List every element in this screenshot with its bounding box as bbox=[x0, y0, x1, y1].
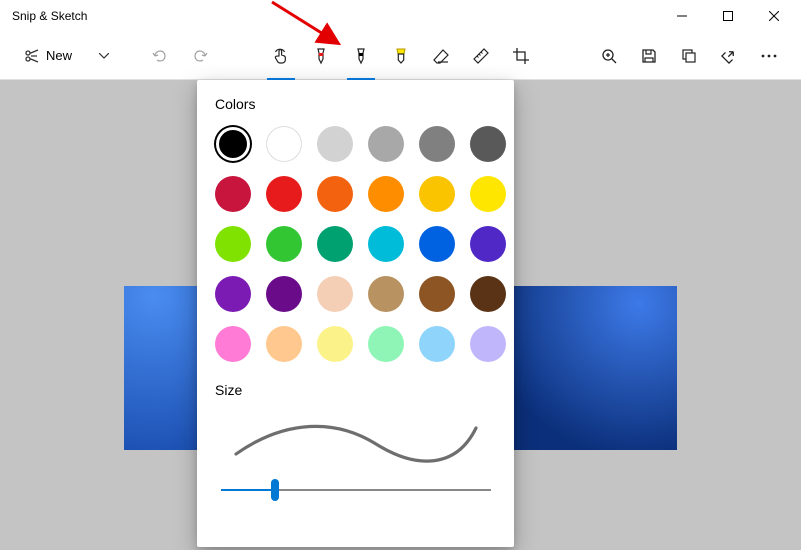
highlighter-icon bbox=[393, 47, 409, 65]
scissors-icon bbox=[24, 48, 40, 64]
eraser-button[interactable] bbox=[423, 38, 459, 74]
more-icon bbox=[761, 54, 777, 58]
redo-button[interactable] bbox=[182, 38, 218, 74]
minimize-button[interactable] bbox=[659, 0, 705, 32]
color-swatch[interactable] bbox=[266, 176, 302, 212]
color-swatch[interactable] bbox=[368, 176, 404, 212]
color-swatch[interactable] bbox=[368, 326, 404, 362]
stroke-preview bbox=[215, 412, 496, 466]
color-swatch[interactable] bbox=[470, 226, 506, 262]
zoom-icon bbox=[601, 48, 617, 64]
color-swatch[interactable] bbox=[368, 226, 404, 262]
color-swatch[interactable] bbox=[419, 276, 455, 312]
ballpoint-pen-red-button[interactable] bbox=[303, 38, 339, 74]
touch-writing-button[interactable] bbox=[263, 38, 299, 74]
toolbar: New bbox=[0, 32, 801, 80]
zoom-button[interactable] bbox=[591, 38, 627, 74]
color-swatch[interactable] bbox=[470, 126, 506, 162]
color-swatch[interactable] bbox=[266, 326, 302, 362]
colors-grid bbox=[215, 126, 496, 362]
color-swatch[interactable] bbox=[368, 276, 404, 312]
color-swatch[interactable] bbox=[470, 326, 506, 362]
highlighter-button[interactable] bbox=[383, 38, 419, 74]
save-icon bbox=[641, 48, 657, 64]
color-swatch[interactable] bbox=[317, 176, 353, 212]
ballpoint-pen-black-button[interactable] bbox=[343, 38, 379, 74]
undo-icon bbox=[152, 48, 168, 64]
eraser-icon bbox=[432, 48, 450, 64]
window-title: Snip & Sketch bbox=[12, 9, 87, 23]
color-swatch[interactable] bbox=[266, 276, 302, 312]
copy-button[interactable] bbox=[671, 38, 707, 74]
color-swatch[interactable] bbox=[470, 176, 506, 212]
size-slider[interactable] bbox=[221, 478, 491, 502]
redo-icon bbox=[192, 48, 208, 64]
color-swatch[interactable] bbox=[317, 326, 353, 362]
undo-button[interactable] bbox=[142, 38, 178, 74]
ruler-button[interactable] bbox=[463, 38, 499, 74]
color-swatch[interactable] bbox=[215, 326, 251, 362]
color-swatch[interactable] bbox=[317, 276, 353, 312]
new-snip-button[interactable]: New bbox=[14, 38, 82, 74]
color-swatch[interactable] bbox=[215, 176, 251, 212]
touch-icon bbox=[272, 47, 290, 65]
new-snip-dropdown[interactable] bbox=[86, 38, 122, 74]
crop-button[interactable] bbox=[503, 38, 539, 74]
color-swatch[interactable] bbox=[470, 276, 506, 312]
maximize-button[interactable] bbox=[705, 0, 751, 32]
color-swatch[interactable] bbox=[266, 226, 302, 262]
color-swatch[interactable] bbox=[215, 226, 251, 262]
share-button[interactable] bbox=[711, 38, 747, 74]
color-swatch[interactable] bbox=[317, 226, 353, 262]
color-swatch[interactable] bbox=[419, 326, 455, 362]
color-swatch[interactable] bbox=[419, 176, 455, 212]
pen-options-popup: Colors Size bbox=[197, 80, 514, 547]
share-icon bbox=[721, 48, 737, 64]
colors-heading: Colors bbox=[215, 96, 496, 112]
new-label: New bbox=[46, 48, 72, 63]
pen-icon bbox=[353, 47, 369, 65]
color-swatch[interactable] bbox=[216, 127, 250, 161]
color-swatch[interactable] bbox=[266, 126, 302, 162]
see-more-button[interactable] bbox=[751, 38, 787, 74]
color-swatch[interactable] bbox=[215, 276, 251, 312]
slider-thumb[interactable] bbox=[271, 479, 279, 501]
color-swatch[interactable] bbox=[419, 126, 455, 162]
color-swatch[interactable] bbox=[368, 126, 404, 162]
save-button[interactable] bbox=[631, 38, 667, 74]
chevron-down-icon bbox=[99, 53, 109, 59]
copy-icon bbox=[681, 48, 697, 64]
window-titlebar: Snip & Sketch bbox=[0, 0, 801, 32]
color-swatch[interactable] bbox=[419, 226, 455, 262]
pen-icon bbox=[313, 47, 329, 65]
crop-icon bbox=[512, 47, 530, 65]
close-button[interactable] bbox=[751, 0, 797, 32]
color-swatch[interactable] bbox=[317, 126, 353, 162]
ruler-icon bbox=[472, 47, 490, 65]
size-heading: Size bbox=[215, 382, 496, 398]
